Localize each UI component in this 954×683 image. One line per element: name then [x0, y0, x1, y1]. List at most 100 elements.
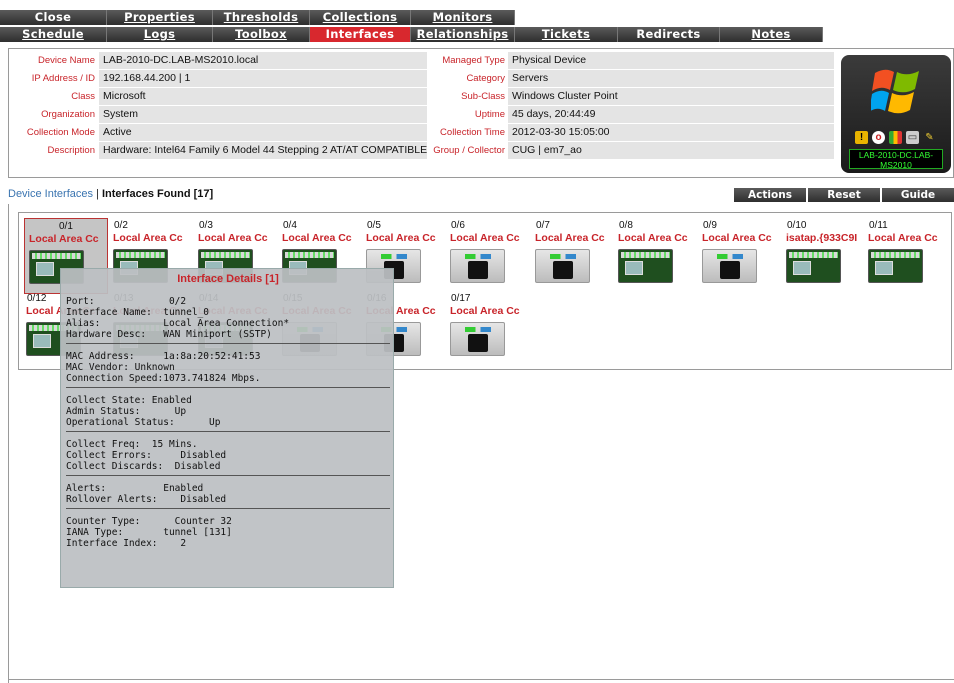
interface-name-link[interactable]: Local Area Cc: [450, 232, 532, 244]
interface-name-link[interactable]: Local Area Cc: [282, 232, 364, 244]
interface-tile[interactable]: 0/10 isatap.{933C9I: [782, 218, 866, 294]
interface-name-link[interactable]: Local Area Cc: [198, 232, 280, 244]
interface-tile[interactable]: 0/6 Local Area Cc: [446, 218, 530, 294]
interface-tile[interactable]: 0/8 Local Area Cc: [614, 218, 698, 294]
tab-close[interactable]: Close: [0, 10, 107, 25]
interface-name-link[interactable]: Local Area Cc: [450, 305, 532, 317]
tooltip-detail-line: Port: 0/2: [66, 296, 187, 307]
tab-properties[interactable]: Properties: [107, 10, 213, 25]
tooltip-separator: [66, 387, 390, 388]
tab-thresholds[interactable]: Thresholds: [213, 10, 310, 25]
interface-number: 0/8: [619, 220, 633, 231]
reset-button[interactable]: Reset: [808, 188, 880, 202]
tab-interfaces[interactable]: Interfaces: [310, 27, 411, 42]
lifesaver-icon[interactable]: o: [872, 131, 885, 144]
tooltip-detail-line: Collect Discards: Disabled: [66, 461, 221, 472]
interface-number: 0/3: [199, 220, 213, 231]
tooltip-detail-line: Collect State: Enabled: [66, 395, 192, 406]
tooltip-detail-line: Alias: Local Area Connection*: [66, 318, 290, 329]
ethernet-port-icon[interactable]: [535, 249, 590, 283]
device-property-value: Physical Device: [508, 52, 834, 69]
tooltip-detail-line: Admin Status: Up: [66, 406, 187, 417]
device-property-value: 45 days, 20:44:49: [508, 106, 834, 123]
device-property-label: Uptime: [474, 109, 505, 120]
wrench-icon[interactable]: ✎: [923, 131, 936, 144]
interface-tile[interactable]: 0/7 Local Area Cc: [531, 218, 615, 294]
tab-logs[interactable]: Logs: [107, 27, 213, 42]
network-card-icon[interactable]: [786, 249, 841, 283]
tooltip-separator: [66, 431, 390, 432]
device-property-value: Windows Cluster Point: [508, 88, 834, 105]
tab-monitors[interactable]: Monitors: [411, 10, 515, 25]
tab-tickets[interactable]: Tickets: [515, 27, 618, 42]
tooltip-detail-line: IANA Type: tunnel [131]: [66, 527, 232, 538]
tab-schedule[interactable]: Schedule: [0, 27, 107, 42]
device-property-value: CUG | em7_ao: [508, 142, 834, 159]
interface-name-link[interactable]: Local Area Cc: [618, 232, 700, 244]
interface-number: 0/11: [869, 220, 888, 231]
interface-number: 0/4: [283, 220, 297, 231]
warning-icon[interactable]: !: [855, 131, 868, 144]
tab-row-secondary: Schedule Logs Toolbox Interfaces Relatio…: [0, 27, 823, 42]
tab-collections[interactable]: Collections: [310, 10, 411, 25]
interface-tile[interactable]: 0/17 Local Area Cc: [446, 291, 530, 367]
interface-number: 0/9: [703, 220, 717, 231]
header-separator: |: [92, 188, 102, 200]
interface-number: 0/1: [59, 221, 73, 232]
interface-tile[interactable]: 0/11 Local Area Cc: [864, 218, 948, 294]
interfaces-found-title: Interfaces Found [17]: [101, 188, 214, 200]
tooltip-separator: [66, 343, 390, 344]
device-status-icons: ! o ▭ ✎: [855, 131, 939, 145]
interface-name-link[interactable]: Local Area Cc: [366, 232, 448, 244]
guide-button[interactable]: Guide: [882, 188, 954, 202]
tooltip-detail-line: MAC Address: 1a:8a:20:52:41:53: [66, 351, 261, 362]
interface-number: 0/17: [451, 293, 471, 304]
content-frame-left: [8, 204, 10, 683]
tooltip-detail-line: Collect Errors: Disabled: [66, 450, 227, 461]
actions-button[interactable]: Actions: [734, 188, 806, 202]
interface-number: 0/10: [787, 220, 807, 231]
tab-relationships[interactable]: Relationships: [411, 27, 515, 42]
interface-name-link[interactable]: Local Area Cc: [113, 232, 195, 244]
interface-number: 0/6: [451, 220, 465, 231]
interface-name-link[interactable]: Local Area Cc: [702, 232, 784, 244]
tab-row-primary: Close Properties Thresholds Collections …: [0, 10, 515, 25]
tooltip-title: Interface Details [1]: [177, 273, 279, 285]
tooltip-detail-line: Operational Status: Up: [66, 417, 221, 428]
device-logo-box: ! o ▭ ✎ LAB-2010-DC.LAB-MS2010: [841, 55, 951, 173]
network-card-icon[interactable]: [618, 249, 673, 283]
tooltip-detail-line: Rollover Alerts: Disabled: [66, 494, 227, 505]
device-property-label: Description: [47, 145, 95, 156]
device-property-value: Microsoft: [99, 88, 427, 105]
device-property-label: Managed Type: [442, 55, 505, 66]
interface-number: 0/12: [27, 293, 47, 304]
interface-name-link[interactable]: Local Area Cc: [535, 232, 617, 244]
interface-name-link[interactable]: Local Area Cc: [868, 232, 950, 244]
tab-toolbox[interactable]: Toolbox: [213, 27, 310, 42]
tab-redirects[interactable]: Redirects: [618, 27, 720, 42]
device-property-value: Active: [99, 124, 427, 141]
interface-name-link[interactable]: Local Area Cc: [29, 233, 111, 245]
tooltip-separator: [66, 508, 390, 509]
interface-number: 0/7: [536, 220, 550, 231]
tab-notes[interactable]: Notes: [720, 27, 823, 42]
ethernet-port-icon[interactable]: [450, 249, 505, 283]
tooltip-detail-line: Connection Speed:1073.741824 Mbps.: [66, 373, 261, 384]
device-properties-panel: ! o ▭ ✎ LAB-2010-DC.LAB-MS2010 Device Na…: [8, 48, 954, 178]
tooltip-detail-line: Interface Name: tunnel_0: [66, 307, 209, 318]
interface-details-tooltip: Interface Details [1] Port: 0/2 Interface…: [60, 268, 394, 588]
windows-logo-icon: [871, 69, 919, 114]
device-property-label: Collection Mode: [26, 127, 95, 138]
tooltip-detail-line: MAC Vendor: Unknown: [66, 362, 175, 373]
interface-name-link[interactable]: isatap.{933C9I: [786, 232, 868, 244]
device-property-value: 192.168.44.200 | 1: [99, 70, 427, 87]
interface-tile[interactable]: 0/9 Local Area Cc: [698, 218, 782, 294]
ethernet-port-icon[interactable]: [450, 322, 505, 356]
device-name-badge: LAB-2010-DC.LAB-MS2010: [849, 149, 943, 169]
network-card-icon[interactable]: [868, 249, 923, 283]
tooltip-separator: [66, 475, 390, 476]
chart-icon[interactable]: [889, 131, 902, 144]
ethernet-port-icon[interactable]: [702, 249, 757, 283]
device-interfaces-link[interactable]: Device Interfaces: [8, 188, 93, 200]
printer-icon[interactable]: ▭: [906, 131, 919, 144]
